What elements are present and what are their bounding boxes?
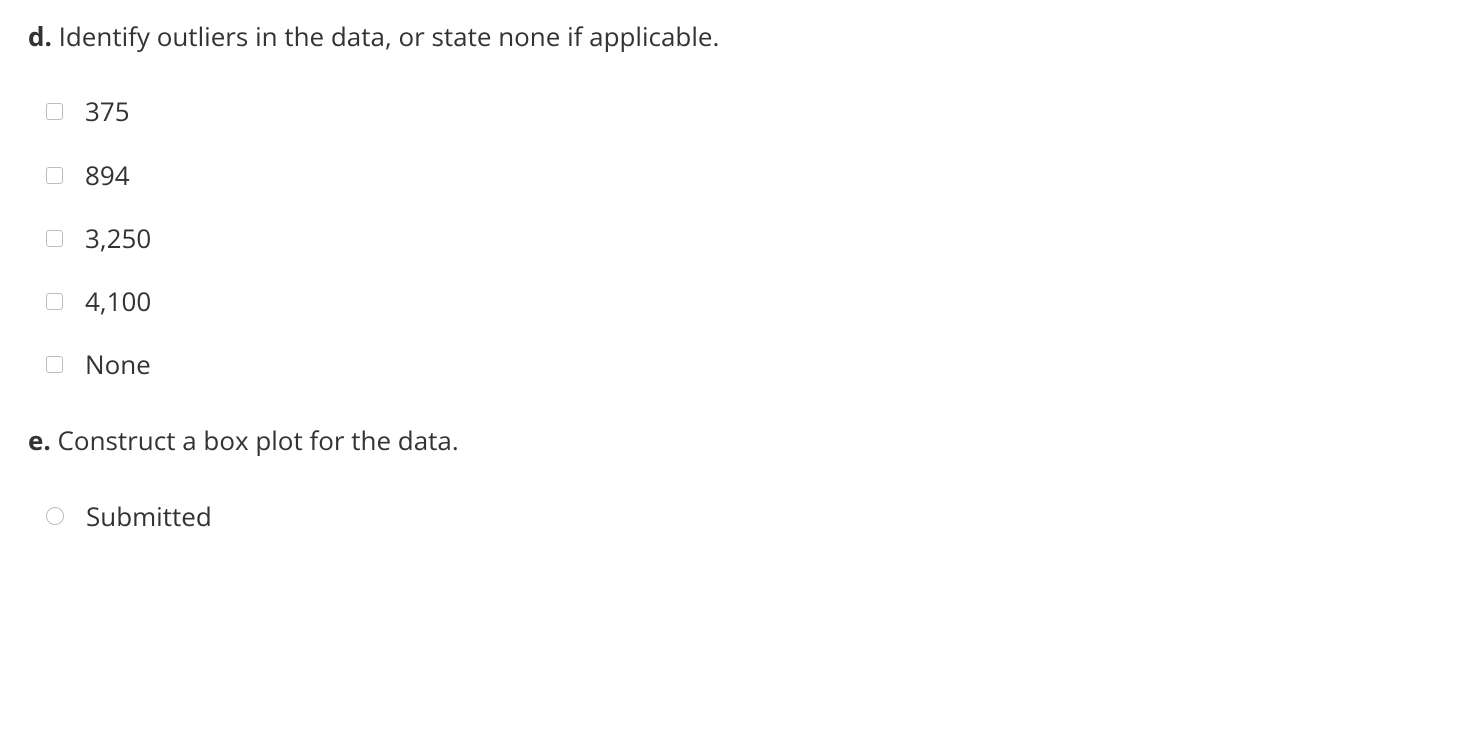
option-row[interactable]: Submitted [46, 501, 1434, 532]
option-row[interactable]: None [46, 349, 1434, 380]
question-e-prompt: e. Construct a box plot for the data. [28, 422, 1434, 458]
question-e-options: Submitted [28, 501, 1434, 532]
option-row[interactable]: 4,100 [46, 286, 1434, 317]
option-row[interactable]: 894 [46, 160, 1434, 191]
option-label: 4,100 [85, 286, 151, 317]
checkbox-icon[interactable] [46, 356, 63, 373]
question-e-text: Construct a box plot for the data. [58, 422, 459, 458]
checkbox-icon[interactable] [46, 230, 63, 247]
checkbox-icon[interactable] [46, 103, 63, 120]
question-d-prompt: d. Identify outliers in the data, or sta… [28, 18, 1434, 54]
question-d-options: 375 894 3,250 4,100 None [28, 96, 1434, 380]
radio-icon[interactable] [46, 507, 64, 525]
question-d: d. Identify outliers in the data, or sta… [28, 18, 1434, 380]
option-label: 375 [85, 96, 130, 127]
question-d-text: Identify outliers in the data, or state … [59, 18, 720, 54]
option-label: 894 [85, 160, 130, 191]
checkbox-icon[interactable] [46, 167, 63, 184]
option-label: 3,250 [85, 223, 151, 254]
question-d-label: d. [28, 18, 52, 54]
question-e: e. Construct a box plot for the data. Su… [28, 422, 1434, 532]
option-label: Submitted [86, 501, 212, 532]
question-e-label: e. [28, 422, 51, 458]
option-row[interactable]: 375 [46, 96, 1434, 127]
option-label: None [85, 349, 151, 380]
checkbox-icon[interactable] [46, 293, 63, 310]
option-row[interactable]: 3,250 [46, 223, 1434, 254]
